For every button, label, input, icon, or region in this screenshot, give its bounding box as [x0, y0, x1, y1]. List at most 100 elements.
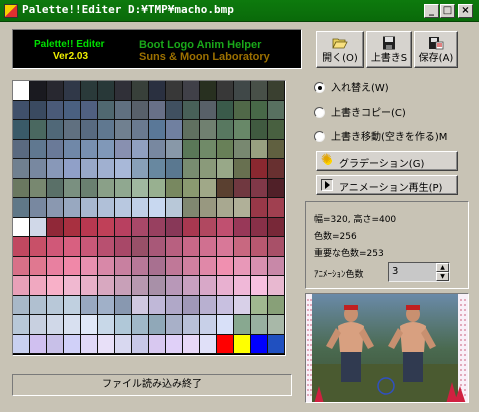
palette-swatch[interactable]	[149, 237, 166, 257]
palette-swatch[interactable]	[183, 178, 200, 198]
palette-swatch[interactable]	[251, 217, 268, 237]
palette-swatch[interactable]	[30, 256, 47, 276]
spin-down-icon[interactable]: ▼	[436, 272, 449, 281]
palette-swatch[interactable]	[251, 139, 268, 159]
palette-swatch[interactable]	[234, 334, 251, 354]
palette-swatch[interactable]	[166, 81, 183, 101]
palette-swatch[interactable]	[47, 81, 64, 101]
palette-swatch[interactable]	[47, 159, 64, 179]
palette-swatch[interactable]	[183, 198, 200, 218]
palette-swatch[interactable]	[217, 81, 234, 101]
palette-swatch[interactable]	[115, 334, 132, 354]
palette-swatch[interactable]	[217, 178, 234, 198]
palette-swatch[interactable]	[268, 237, 285, 257]
palette-swatch[interactable]	[183, 139, 200, 159]
palette-swatch[interactable]	[166, 178, 183, 198]
palette-swatch[interactable]	[30, 81, 47, 101]
palette-swatch[interactable]	[132, 295, 149, 315]
maximize-button[interactable]: □	[440, 4, 455, 18]
palette-swatch[interactable]	[183, 256, 200, 276]
palette-swatch[interactable]	[183, 295, 200, 315]
palette-swatch[interactable]	[149, 256, 166, 276]
palette-swatch[interactable]	[81, 295, 98, 315]
palette-swatch[interactable]	[234, 100, 251, 120]
palette-swatch[interactable]	[13, 256, 30, 276]
palette-swatch[interactable]	[98, 334, 115, 354]
palette-swatch[interactable]	[98, 315, 115, 335]
palette-swatch[interactable]	[149, 198, 166, 218]
palette-swatch[interactable]	[47, 178, 64, 198]
palette-swatch[interactable]	[251, 81, 268, 101]
palette-swatch[interactable]	[217, 295, 234, 315]
palette-swatch[interactable]	[64, 217, 81, 237]
radio-indicator[interactable]	[314, 131, 325, 142]
palette-swatch[interactable]	[149, 139, 166, 159]
palette-swatch[interactable]	[13, 217, 30, 237]
palette-swatch[interactable]	[30, 295, 47, 315]
anim-colors-spinner[interactable]: 3 ▲ ▼	[388, 262, 450, 282]
palette-swatch[interactable]	[30, 315, 47, 335]
palette-swatch[interactable]	[234, 217, 251, 237]
palette-swatch[interactable]	[115, 256, 132, 276]
palette-swatch[interactable]	[132, 178, 149, 198]
palette-swatch[interactable]	[268, 139, 285, 159]
palette-swatch[interactable]	[98, 139, 115, 159]
palette-swatch[interactable]	[200, 334, 217, 354]
palette-swatch[interactable]	[98, 295, 115, 315]
overwrite-save-button[interactable]: 上書きS	[366, 31, 412, 68]
palette-swatch[interactable]	[81, 139, 98, 159]
mode-overwrite-copy-radio[interactable]: 上書きコピー(C)	[314, 104, 406, 119]
palette-swatch[interactable]	[132, 139, 149, 159]
palette-swatch[interactable]	[98, 159, 115, 179]
palette-swatch[interactable]	[217, 217, 234, 237]
palette-swatch[interactable]	[166, 217, 183, 237]
palette-swatch[interactable]	[183, 237, 200, 257]
palette-swatch[interactable]	[251, 198, 268, 218]
palette-swatch[interactable]	[183, 81, 200, 101]
palette-swatch[interactable]	[132, 159, 149, 179]
palette-swatch[interactable]	[81, 120, 98, 140]
palette-swatch[interactable]	[166, 120, 183, 140]
palette-swatch[interactable]	[47, 295, 64, 315]
palette-swatch[interactable]	[30, 120, 47, 140]
palette-swatch[interactable]	[268, 295, 285, 315]
palette-swatch[interactable]	[47, 237, 64, 257]
palette-swatch[interactable]	[13, 178, 30, 198]
palette-swatch[interactable]	[268, 81, 285, 101]
palette-swatch[interactable]	[132, 100, 149, 120]
palette-swatch[interactable]	[30, 178, 47, 198]
animation-play-button[interactable]: アニメーション再生(P)	[316, 175, 458, 195]
palette-swatch[interactable]	[200, 120, 217, 140]
palette-swatch[interactable]	[166, 159, 183, 179]
palette-swatch[interactable]	[13, 276, 30, 296]
palette-swatch[interactable]	[132, 237, 149, 257]
palette-swatch[interactable]	[132, 334, 149, 354]
palette-swatch[interactable]	[149, 100, 166, 120]
open-button[interactable]: 開く(O)	[316, 31, 364, 68]
palette-swatch[interactable]	[64, 315, 81, 335]
palette-swatch[interactable]	[200, 159, 217, 179]
palette-swatch[interactable]	[166, 295, 183, 315]
palette-swatch[interactable]	[13, 334, 30, 354]
palette-swatch[interactable]	[115, 120, 132, 140]
palette-swatch[interactable]	[81, 237, 98, 257]
palette-swatch[interactable]	[115, 100, 132, 120]
palette-swatch[interactable]	[13, 139, 30, 159]
palette-swatch[interactable]	[200, 217, 217, 237]
palette-swatch[interactable]	[64, 120, 81, 140]
palette-swatch[interactable]	[149, 334, 166, 354]
palette-swatch[interactable]	[47, 139, 64, 159]
palette-swatch[interactable]	[251, 334, 268, 354]
palette-swatch[interactable]	[149, 81, 166, 101]
palette-swatch[interactable]	[251, 315, 268, 335]
palette-swatch[interactable]	[268, 217, 285, 237]
palette-swatch[interactable]	[81, 159, 98, 179]
palette-swatch[interactable]	[47, 276, 64, 296]
palette-swatch[interactable]	[200, 295, 217, 315]
palette-swatch[interactable]	[234, 256, 251, 276]
spin-up-icon[interactable]: ▲	[436, 263, 449, 272]
palette-swatch[interactable]	[217, 159, 234, 179]
palette-swatch[interactable]	[13, 315, 30, 335]
palette-swatch[interactable]	[13, 100, 30, 120]
palette-swatch[interactable]	[234, 276, 251, 296]
